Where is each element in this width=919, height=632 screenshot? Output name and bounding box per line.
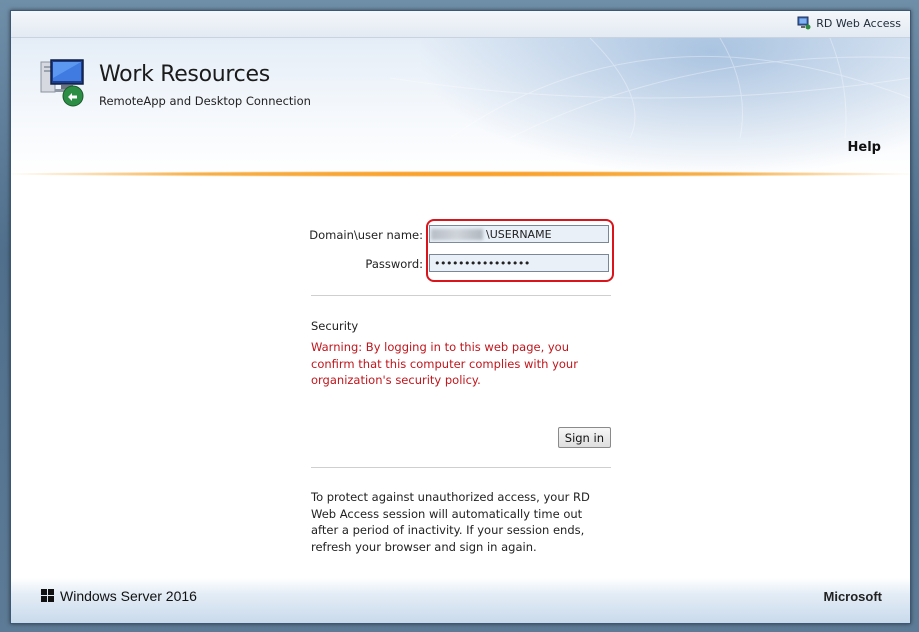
rd-web-access-label: RD Web Access <box>816 16 901 30</box>
windows-server-label: Windows Server 2016 <box>60 588 197 604</box>
page-subtitle: RemoteApp and Desktop Connection <box>99 94 311 108</box>
username-row: Domain\user name: <box>309 223 611 247</box>
help-link[interactable]: Help <box>848 140 881 155</box>
timeout-notice: To protect against unauthorized access, … <box>311 490 590 554</box>
top-bar: RD Web Access <box>11 11 910 38</box>
browser-page: RD Web Access Work Resources RemoteApp a… <box>10 10 911 624</box>
rd-web-access-icon <box>797 16 811 30</box>
username-input[interactable] <box>429 225 609 243</box>
divider <box>311 295 611 296</box>
remote-desktop-computer-icon <box>39 56 91 108</box>
windows-logo-icon <box>41 589 55 603</box>
page-title: Work Resources <box>99 62 270 87</box>
password-row: Password: <box>311 252 611 276</box>
globe-background-graphic <box>390 38 910 138</box>
username-label: Domain\user name: <box>309 228 423 242</box>
header-divider-line <box>11 171 910 177</box>
password-label: Password: <box>365 257 423 271</box>
windows-server-brand: Windows Server 2016 <box>41 588 197 604</box>
header-banner: Work Resources RemoteApp and Desktop Con… <box>11 38 910 175</box>
footer: Windows Server 2016 Microsoft <box>11 578 910 623</box>
microsoft-brand: Microsoft <box>823 589 883 604</box>
password-input[interactable] <box>429 254 609 272</box>
sign-in-button[interactable]: Sign in <box>557 427 611 448</box>
security-warning: Warning: By logging in to this web page,… <box>311 340 578 387</box>
divider <box>311 467 611 468</box>
rd-web-access-link[interactable]: RD Web Access <box>797 16 901 30</box>
security-heading: Security <box>311 319 359 333</box>
